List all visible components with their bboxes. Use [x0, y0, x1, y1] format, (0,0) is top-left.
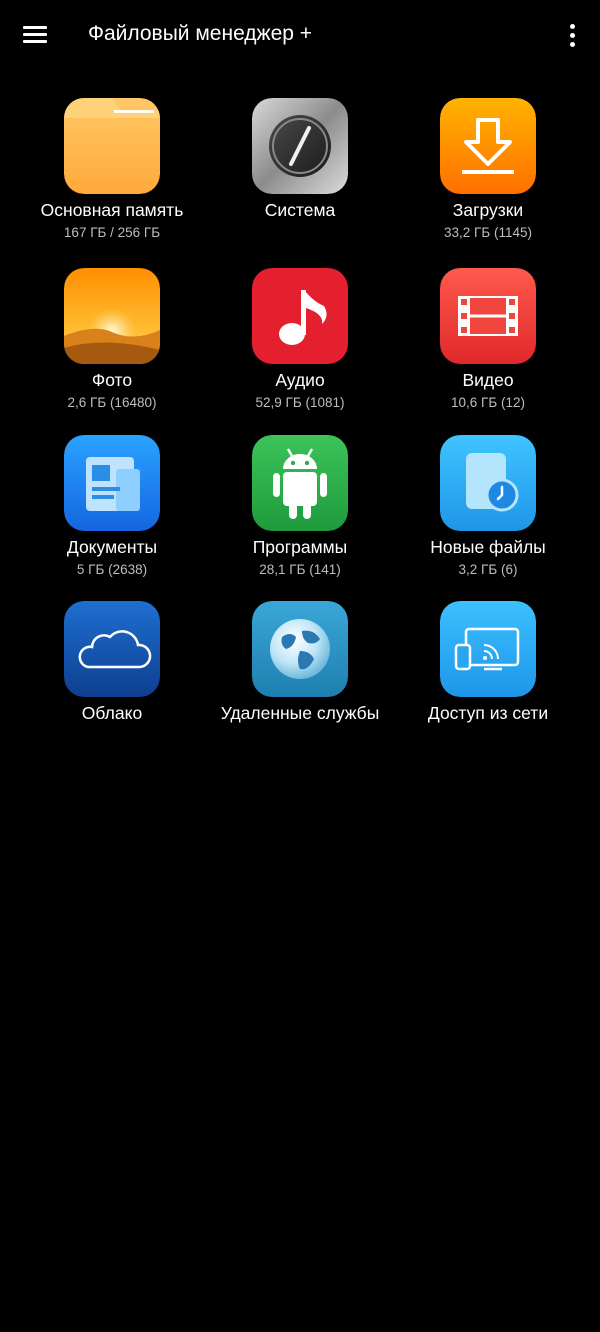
- category-usage: 52,9 ГБ (1081): [255, 395, 345, 410]
- category-label: Загрузки: [452, 200, 524, 220]
- category-label: Удаленные службы: [220, 703, 380, 723]
- category-photo[interactable]: Фото 2,6 ГБ (16480): [12, 268, 212, 428]
- music-note-icon: [252, 268, 348, 364]
- category-usage: 10,6 ГБ (12): [451, 395, 525, 410]
- category-main-storage[interactable]: Основная память 167 ГБ / 256 ГБ: [12, 98, 212, 258]
- category-usage: 3,2 ГБ (6): [458, 562, 518, 577]
- photo-icon: [64, 268, 160, 364]
- category-cloud[interactable]: Облако: [12, 601, 212, 761]
- download-icon: [440, 98, 536, 194]
- category-label: Аудио: [275, 370, 325, 390]
- category-usage: 5 ГБ (2638): [76, 562, 148, 577]
- category-label: Программы: [252, 537, 348, 557]
- category-documents[interactable]: Документы 5 ГБ (2638): [12, 435, 212, 595]
- menu-icon[interactable]: [20, 20, 50, 50]
- category-usage: 2,6 ГБ (16480): [67, 395, 157, 410]
- cloud-icon: [64, 601, 160, 697]
- category-label: Облако: [81, 703, 143, 723]
- category-usage: 28,1 ГБ (141): [259, 562, 341, 577]
- system-icon: [252, 98, 348, 194]
- category-programs[interactable]: Программы 28,1 ГБ (141): [200, 435, 400, 595]
- category-label: Видео: [462, 370, 514, 390]
- more-options-icon[interactable]: [560, 20, 586, 50]
- network-access-icon: [440, 601, 536, 697]
- document-icon: [64, 435, 160, 531]
- category-video[interactable]: Видео 10,6 ГБ (12): [388, 268, 588, 428]
- category-label: Фото: [91, 370, 133, 390]
- category-label: Документы: [66, 537, 158, 557]
- app-bar: Файловый менеджер +: [0, 0, 600, 72]
- category-label: Доступ из сети: [427, 703, 549, 723]
- category-remote-services[interactable]: Удаленные службы: [200, 601, 400, 761]
- category-network-access[interactable]: Доступ из сети: [388, 601, 588, 761]
- category-label: Основная память: [40, 200, 184, 220]
- film-icon: [440, 268, 536, 364]
- category-new-files[interactable]: Новые файлы 3,2 ГБ (6): [388, 435, 588, 595]
- category-downloads[interactable]: Загрузки 33,2 ГБ (1145): [388, 98, 588, 258]
- category-system[interactable]: Система: [200, 98, 400, 258]
- android-icon: [252, 435, 348, 531]
- new-files-icon: [440, 435, 536, 531]
- category-audio[interactable]: Аудио 52,9 ГБ (1081): [200, 268, 400, 428]
- category-usage: 167 ГБ / 256 ГБ: [63, 225, 161, 240]
- folder-icon: [64, 98, 160, 194]
- category-label: Система: [264, 200, 336, 220]
- globe-icon: [252, 601, 348, 697]
- category-label: Новые файлы: [430, 537, 546, 557]
- app-title: Файловый менеджер +: [88, 22, 313, 45]
- category-usage: 33,2 ГБ (1145): [444, 225, 532, 240]
